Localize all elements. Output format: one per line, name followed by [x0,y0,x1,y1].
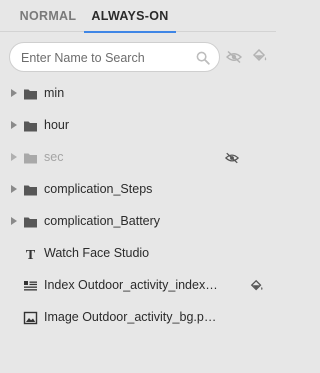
layer-row-min[interactable]: min [0,78,276,110]
layer-label: complication_Steps [44,182,153,196]
index-icon [24,281,37,291]
layer-label: sec [44,150,64,164]
layer-row-hour[interactable]: hour [0,110,276,142]
svg-text:T: T [26,248,36,261]
layer-row-sec[interactable]: sec [0,142,276,174]
expand-arrow-icon[interactable] [11,185,17,193]
image-icon [23,311,38,325]
paint-bucket-icon[interactable] [250,279,264,293]
expand-arrow-icon[interactable] [11,89,17,97]
folder-icon [24,217,37,228]
tab-normal[interactable]: NORMAL [10,0,86,32]
search-icon[interactable] [196,51,210,65]
paint-bucket-icon[interactable] [252,49,268,63]
folder-icon [24,153,37,164]
folder-icon [24,89,37,100]
layer-label: Watch Face Studio [44,246,150,260]
layer-label: min [44,86,65,100]
search-box [9,42,220,72]
expand-arrow-icon[interactable] [11,217,17,225]
text-icon: T [26,248,36,261]
layer-row-complication-steps[interactable]: complication_Steps [0,174,276,206]
folder-icon [24,121,37,132]
layer-row-complication-battery[interactable]: complication_Battery [0,206,276,238]
expand-arrow-icon[interactable] [11,121,17,129]
search-input[interactable] [21,49,191,67]
layer-row-watch-face-studio[interactable]: T Watch Face Studio [0,238,276,270]
layer-label: Index Outdoor_activity_index… [44,278,218,292]
layer-label: complication_Battery [44,214,161,228]
layer-row-index[interactable]: Index Outdoor_activity_index… [0,270,276,302]
eye-hidden-icon[interactable] [226,50,242,64]
folder-icon [24,185,37,196]
layer-label: Image Outdoor_activity_bg.p… [44,310,217,324]
layer-tabs: NORMAL ALWAYS-ON [0,0,276,33]
layer-row-image[interactable]: Image Outdoor_activity_bg.p… [0,302,276,334]
tab-always-on[interactable]: ALWAYS-ON [84,0,176,33]
eye-hidden-icon[interactable] [225,151,239,165]
layer-label: hour [44,118,70,132]
expand-arrow-icon[interactable] [11,153,17,161]
